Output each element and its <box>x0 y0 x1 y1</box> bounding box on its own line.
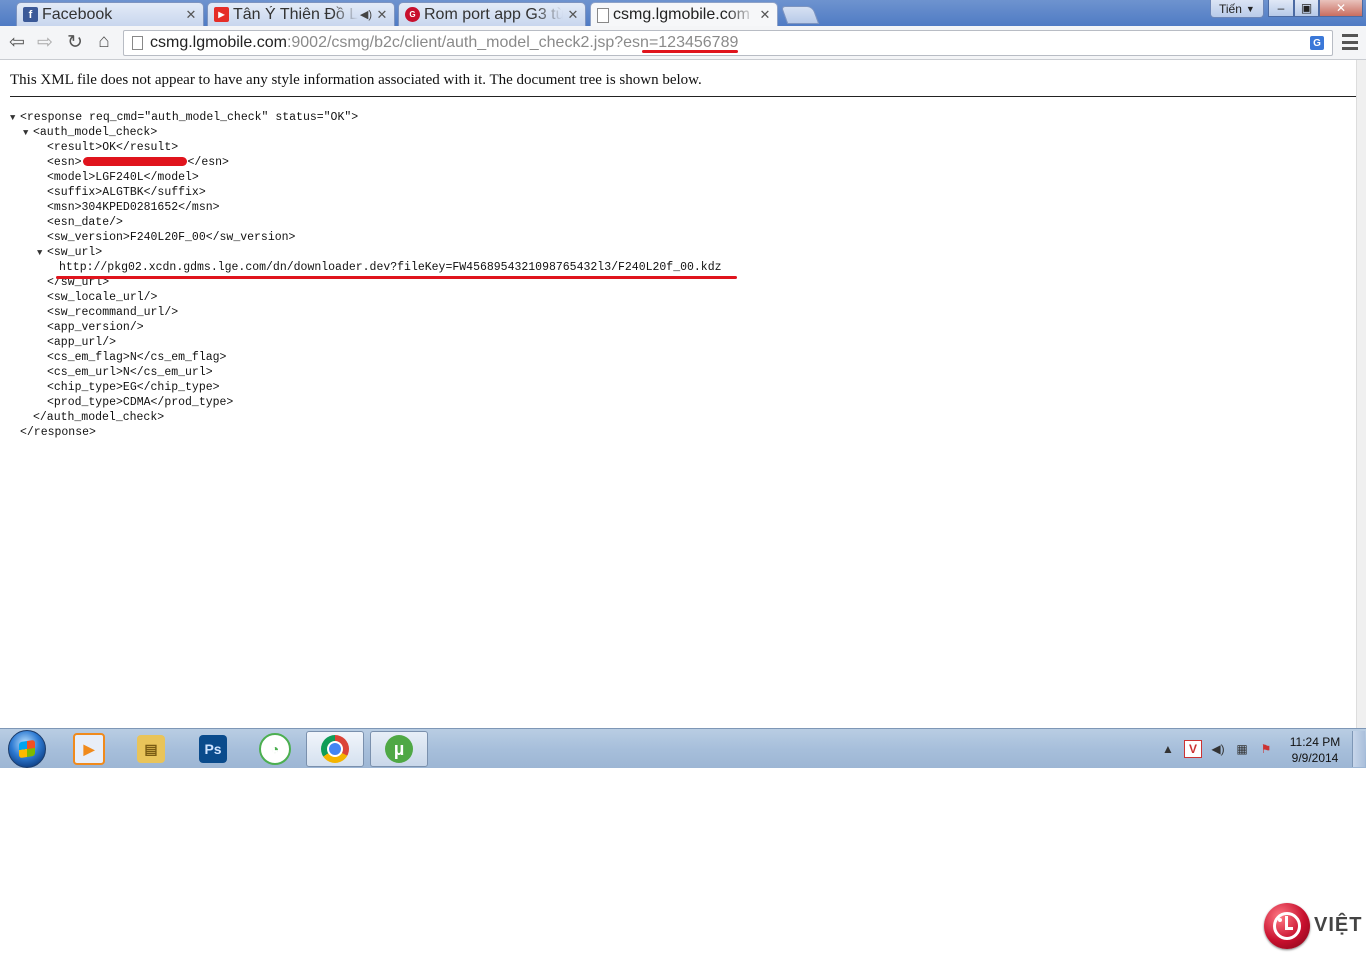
url-path: :9002/csmg/b2c/client/auth_model_check2.… <box>286 34 739 51</box>
xml-line: <msn>304KPED0281652</msn> <box>47 201 220 214</box>
action-center-flag-icon[interactable]: ⚑ <box>1258 741 1274 757</box>
collapse-triangle-icon[interactable]: ▼ <box>23 126 33 141</box>
volume-icon[interactable]: ◀) <box>1210 741 1226 757</box>
home-button[interactable]: ⌂ <box>93 31 115 53</box>
xml-line: <model>LGF240L</model> <box>47 171 199 184</box>
taskbar-file-explorer[interactable]: ▤ <box>122 731 180 767</box>
speaker-icon: ◀) <box>359 9 372 21</box>
xml-line: <app_version/> <box>47 321 144 334</box>
tab-title: Rom port app G3 từ <box>424 5 563 23</box>
xml-line: <sw_locale_url/> <box>47 291 158 304</box>
forward-button[interactable]: ⇨ <box>34 31 56 53</box>
antivirus-icon[interactable]: V <box>1184 740 1202 758</box>
xml-line[interactable]: ▼ <response req_cmd="auth_model_check" st… <box>10 110 722 125</box>
lg-logo-icon <box>1264 903 1310 949</box>
taskbar-utorrent[interactable]: µ <box>370 731 428 767</box>
xml-line: <prod_type>CDMA</prod_type> <box>47 396 234 409</box>
close-icon[interactable]: ✕ <box>185 7 197 23</box>
tab-rom-port[interactable]: G Rom port app G3 từ ✕ <box>398 2 586 26</box>
taskbar-clock[interactable]: 11:24 PM 9/9/2014 <box>1283 734 1347 766</box>
system-tray: ▲ V ◀) ▦ ⚑ <box>1160 729 1274 769</box>
page-icon <box>132 36 143 50</box>
taskbar-coc-coc[interactable]: ◔ <box>246 731 304 767</box>
xml-line: </auth_model_check> <box>33 411 165 424</box>
profile-button[interactable]: Tiến ▼ <box>1210 0 1264 18</box>
clock-time: 11:24 PM <box>1289 735 1341 749</box>
xml-line: <app_url/> <box>47 336 117 349</box>
page-icon <box>597 7 609 23</box>
xml-line: <sw_version>F240L20F_00</sw_version> <box>47 231 296 244</box>
xml-line: <result>OK</result> <box>47 141 179 154</box>
collapse-triangle-icon[interactable]: ▼ <box>37 246 47 261</box>
lg-icon: G <box>405 7 420 22</box>
tab-title: Facebook <box>42 5 113 23</box>
windows-logo-icon <box>19 739 35 759</box>
arrow-left-icon: ⇦ <box>9 31 25 53</box>
close-icon[interactable]: ✕ <box>376 7 388 23</box>
annotation-underline-sw-url <box>56 276 737 279</box>
xml-line: <cs_em_url>N</cs_em_url> <box>47 366 213 379</box>
back-button[interactable]: ⇦ <box>6 31 28 53</box>
media-player-icon: ▶ <box>73 733 105 765</box>
translate-icon[interactable]: G <box>1310 36 1324 50</box>
chrome-icon <box>321 735 349 763</box>
youtube-icon: ▶ <box>214 7 229 22</box>
close-window-button[interactable]: ✕ <box>1319 0 1363 17</box>
maximize-button[interactable]: ▣ <box>1294 0 1319 17</box>
xml-line[interactable]: ▼ <auth_model_check> <box>10 125 722 140</box>
new-tab-button[interactable] <box>780 6 820 24</box>
profile-name: Tiến <box>1219 1 1242 16</box>
minimize-button[interactable]: – <box>1268 0 1294 17</box>
taskbar-photoshop[interactable]: Ps <box>184 731 242 767</box>
xml-line[interactable]: ▼ <sw_url> <box>10 245 722 260</box>
annotation-underline-url <box>642 50 738 53</box>
home-icon: ⌂ <box>98 31 110 52</box>
show-hidden-icons-arrow-icon[interactable]: ▲ <box>1160 741 1176 757</box>
menu-icon[interactable] <box>1342 34 1358 50</box>
tab-title: Tân Ỷ Thiên Đồ Long Ký <box>233 5 358 23</box>
xml-line: <esn> </esn> <box>47 156 229 169</box>
close-icon[interactable]: ✕ <box>567 7 579 23</box>
xml-line: <chip_type>EG</chip_type> <box>47 381 220 394</box>
xml-notice: This XML file does not appear to have an… <box>10 72 702 88</box>
tab-facebook[interactable]: f Facebook ✕ <box>16 2 204 26</box>
clock-date: 9/9/2014 <box>1291 751 1339 765</box>
xml-line: <sw_recommand_url/> <box>47 306 179 319</box>
redacted-value <box>82 157 187 167</box>
divider <box>10 96 1356 97</box>
windows-taskbar: ▶ ▤ Ps ◔ µ ▲ V ◀) ▦ ⚑ 11:24 PM 9/9/2014 <box>0 728 1366 768</box>
chevron-down-icon: ▼ <box>1245 3 1255 14</box>
reload-icon: ↻ <box>67 31 83 53</box>
page-scrollbar[interactable] <box>1356 60 1366 728</box>
reload-button[interactable]: ↻ <box>64 31 86 53</box>
xml-line: </response> <box>20 426 96 439</box>
xml-sw-url-value: http://pkg02.xcdn.gdms.lge.com/dn/downlo… <box>59 261 722 274</box>
taskbar-media-player[interactable]: ▶ <box>60 731 118 767</box>
file-explorer-icon: ▤ <box>137 735 165 763</box>
logo-text: VIỆT <box>1314 914 1363 936</box>
close-icon[interactable]: ✕ <box>759 7 771 23</box>
network-icon[interactable]: ▦ <box>1234 741 1250 757</box>
tab-strip: f Facebook ✕ ▶ Tân Ỷ Thiên Đồ Long Ký ◀)… <box>0 0 1366 27</box>
tab-csmg[interactable]: csmg.lgmobile.com ✕ <box>590 2 778 27</box>
coc-coc-icon: ◔ <box>259 733 291 765</box>
arrow-right-icon: ⇨ <box>37 31 53 53</box>
show-desktop-button[interactable] <box>1352 731 1365 767</box>
tab-title: csmg.lgmobile.com <box>613 6 750 23</box>
start-button[interactable] <box>8 730 46 768</box>
xml-line: <esn_date/> <box>47 216 123 229</box>
taskbar-chrome[interactable] <box>306 731 364 767</box>
tab-youtube[interactable]: ▶ Tân Ỷ Thiên Đồ Long Ký ◀) ✕ <box>207 2 395 26</box>
xml-line: <cs_em_flag>N</cs_em_flag> <box>47 351 227 364</box>
browser-toolbar: ⇦ ⇨ ↻ ⌂ csmg.lgmobile.com:9002/csmg/b2c/… <box>0 26 1366 60</box>
facebook-icon: f <box>23 7 38 22</box>
url-host: csmg.lgmobile.com <box>150 34 287 51</box>
utorrent-icon: µ <box>385 735 413 763</box>
xml-tree: ▼ <response req_cmd="auth_model_check" st… <box>10 110 722 440</box>
xml-line: <suffix>ALGTBK</suffix> <box>47 186 206 199</box>
photoshop-icon: Ps <box>199 735 227 763</box>
collapse-triangle-icon[interactable]: ▼ <box>10 111 20 126</box>
